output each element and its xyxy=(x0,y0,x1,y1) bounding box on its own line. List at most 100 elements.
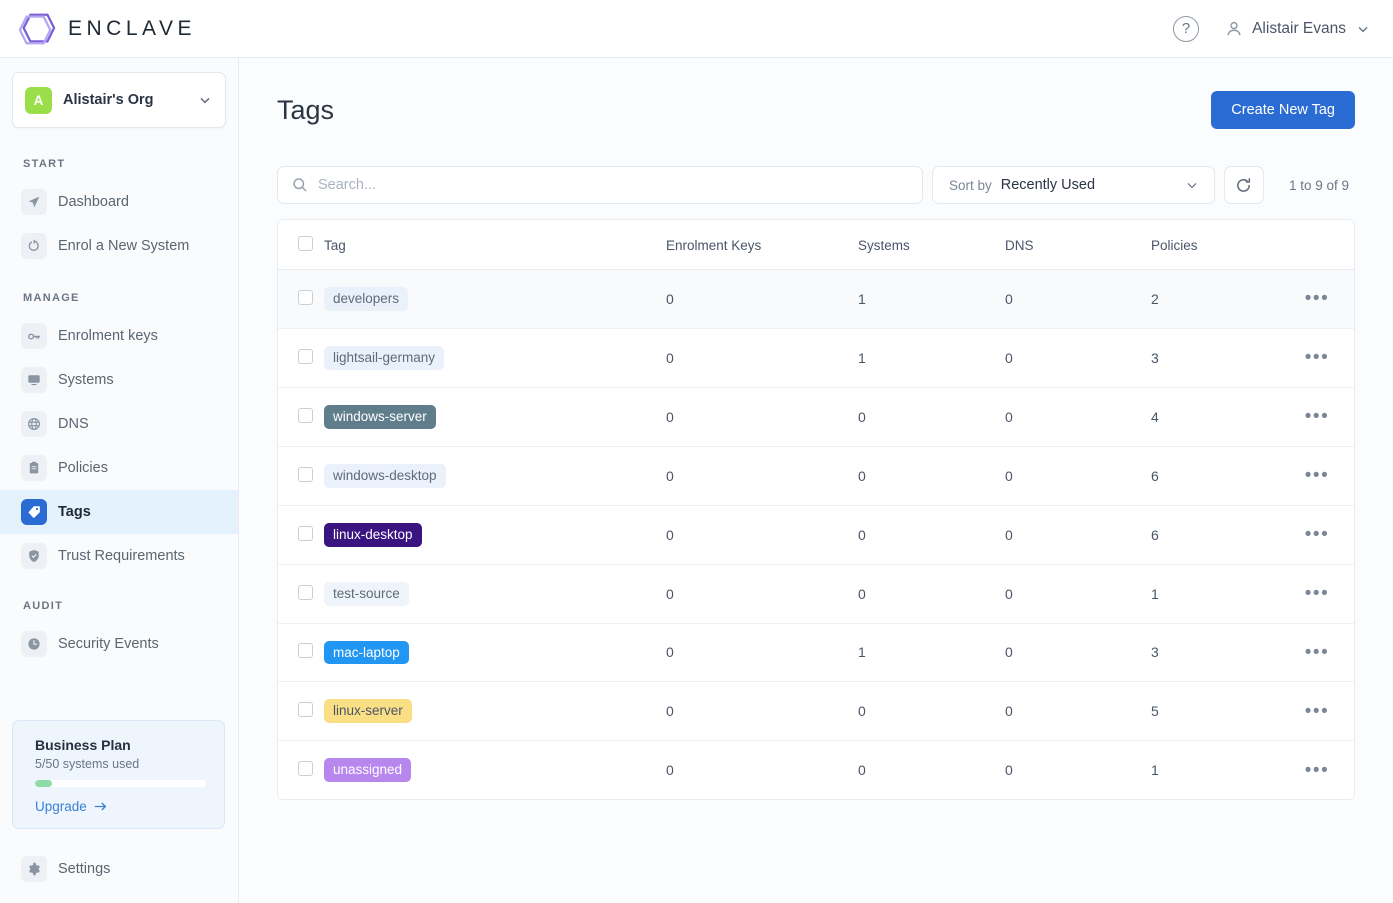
more-options-icon[interactable]: ••• xyxy=(1305,701,1329,722)
table-head: Tag Enrolment Keys Systems DNS Policies xyxy=(278,220,1354,270)
row-checkbox[interactable] xyxy=(298,407,313,423)
tag-cell: linux-desktop xyxy=(324,505,666,565)
row-checkbox[interactable] xyxy=(298,289,313,305)
nav-section-audit: AUDIT xyxy=(23,600,64,612)
row-checkbox[interactable] xyxy=(298,525,313,541)
org-avatar: A xyxy=(25,86,52,114)
row-select-cell xyxy=(278,741,324,799)
more-options-icon[interactable]: ••• xyxy=(1305,406,1329,427)
sidebar-item-enrol-a-new-system[interactable]: Enrol a New System xyxy=(0,224,238,268)
tag-pill[interactable]: linux-desktop xyxy=(324,522,422,547)
tag-icon xyxy=(21,499,47,525)
refresh-button[interactable] xyxy=(1223,166,1264,204)
table-row[interactable]: developers 0 1 0 2 ••• xyxy=(278,269,1354,329)
nav-section-manage: MANAGE xyxy=(23,292,80,304)
sidebar-item-label: DNS xyxy=(58,416,89,432)
more-options-icon[interactable]: ••• xyxy=(1305,465,1329,486)
row-select-cell xyxy=(278,505,324,565)
policies-cell: 1 xyxy=(1151,762,1159,779)
row-select-cell xyxy=(278,269,324,329)
table-header-row: Tag Enrolment Keys Systems DNS Policies xyxy=(278,220,1354,270)
tag-pill[interactable]: developers xyxy=(324,287,409,311)
sidebar-item-dashboard[interactable]: Dashboard xyxy=(0,180,238,224)
more-options-icon[interactable]: ••• xyxy=(1305,347,1329,368)
sidebar-item-systems[interactable]: Systems xyxy=(0,358,238,402)
tag-pill[interactable]: mac-laptop xyxy=(324,640,409,665)
chevron-down-icon xyxy=(1355,21,1371,37)
sidebar-item-enrolment-keys[interactable]: Enrolment keys xyxy=(0,314,238,358)
row-select-cell xyxy=(278,681,324,742)
more-options-icon[interactable]: ••• xyxy=(1305,642,1329,663)
tag-pill[interactable]: linux-server xyxy=(324,699,412,724)
tag-pill[interactable]: lightsail-germany xyxy=(324,345,445,370)
sidebar-item-tags[interactable]: Tags xyxy=(0,490,238,534)
table-row[interactable]: test-source 0 0 0 1 ••• xyxy=(278,564,1354,624)
sidebar-item-settings[interactable]: Settings xyxy=(0,849,238,889)
tag-pill[interactable]: windows-desktop xyxy=(324,463,446,488)
systems-cell: 1 xyxy=(858,269,1005,329)
systems-cell: 0 xyxy=(858,387,1005,447)
more-options-icon[interactable]: ••• xyxy=(1305,760,1329,781)
dns-cell: 0 xyxy=(1005,269,1151,329)
more-options-icon[interactable]: ••• xyxy=(1305,524,1329,545)
key-icon xyxy=(21,323,47,349)
table-row[interactable]: windows-server 0 0 0 4 ••• xyxy=(278,387,1354,447)
enrolment-keys-cell: 0 xyxy=(666,505,858,565)
row-actions-cell: ••• xyxy=(1280,505,1354,565)
row-checkbox[interactable] xyxy=(298,761,313,777)
table-row[interactable]: linux-server 0 0 0 5 ••• xyxy=(278,681,1354,742)
sidebar-item-trust-requirements[interactable]: Trust Requirements xyxy=(0,534,238,578)
column-header-dns: DNS xyxy=(1005,220,1151,270)
table-row[interactable]: windows-desktop 0 0 0 6 ••• xyxy=(278,446,1354,506)
enrolment-keys-cell: 0 xyxy=(666,387,858,447)
plan-progress-fill xyxy=(35,780,53,787)
row-checkbox[interactable] xyxy=(298,466,313,482)
enrolment-keys-cell: 0 xyxy=(666,762,674,779)
column-header-enrolment-keys: Enrolment Keys xyxy=(666,220,858,270)
table-row[interactable]: unassigned 0 0 0 1 ••• xyxy=(278,741,1354,799)
enrolment-keys-cell: 0 xyxy=(666,623,858,683)
tags-table: Tag Enrolment Keys Systems DNS Policies … xyxy=(278,220,1354,799)
tag-cell: unassigned xyxy=(324,741,666,799)
tag-cell: developers xyxy=(324,269,666,329)
table-row[interactable]: lightsail-germany 0 1 0 3 ••• xyxy=(278,328,1354,388)
dns-cell: 0 xyxy=(1005,762,1013,779)
sidebar-item-security-events[interactable]: Security Events xyxy=(0,622,238,666)
create-new-tag-button[interactable]: Create New Tag xyxy=(1211,91,1355,129)
clock-icon xyxy=(21,631,47,657)
sidebar-item-dns[interactable]: DNS xyxy=(0,402,238,446)
systems-cell: 0 xyxy=(858,564,1005,624)
more-options-icon[interactable]: ••• xyxy=(1305,288,1329,309)
row-actions-cell: ••• xyxy=(1280,446,1354,506)
sort-dropdown[interactable]: Sort by Recently Used xyxy=(931,166,1215,204)
row-checkbox[interactable] xyxy=(298,584,313,600)
more-options-icon[interactable]: ••• xyxy=(1305,583,1329,604)
brand-logo[interactable]: ENCLAVE xyxy=(18,10,196,48)
row-checkbox[interactable] xyxy=(298,643,313,659)
tag-pill[interactable]: test-source xyxy=(324,581,409,606)
chevron-down-icon xyxy=(1184,177,1200,193)
tag-cell: test-source xyxy=(324,564,666,624)
org-switcher[interactable]: A Alistair's Org xyxy=(12,72,226,128)
tag-pill[interactable]: unassigned xyxy=(324,758,412,783)
search-icon xyxy=(292,177,308,193)
help-circle-icon[interactable]: ? xyxy=(1173,15,1200,42)
settings-row: Settings xyxy=(0,849,238,889)
user-menu[interactable]: Alistair Evans xyxy=(1225,20,1371,38)
sidebar-item-policies[interactable]: Policies xyxy=(0,446,238,490)
systems-cell: 0 xyxy=(858,681,1005,742)
tag-pill[interactable]: windows-server xyxy=(324,404,436,429)
policies-cell: 4 xyxy=(1151,387,1280,447)
search-input[interactable] xyxy=(318,177,908,193)
table-row[interactable]: mac-laptop 0 1 0 3 ••• xyxy=(278,623,1354,683)
plan-card: Business Plan 5/50 systems used Upgrade xyxy=(12,720,225,829)
globe-icon xyxy=(21,411,47,437)
table-row[interactable]: linux-desktop 0 0 0 6 ••• xyxy=(278,505,1354,565)
row-checkbox[interactable] xyxy=(298,702,313,718)
row-checkbox[interactable] xyxy=(298,348,313,364)
upgrade-link[interactable]: Upgrade xyxy=(35,799,206,814)
select-all-checkbox[interactable] xyxy=(298,236,313,251)
search-box[interactable] xyxy=(277,166,923,204)
hexagon-logo-icon xyxy=(18,10,56,48)
sidebar-item-label: Policies xyxy=(58,460,108,476)
